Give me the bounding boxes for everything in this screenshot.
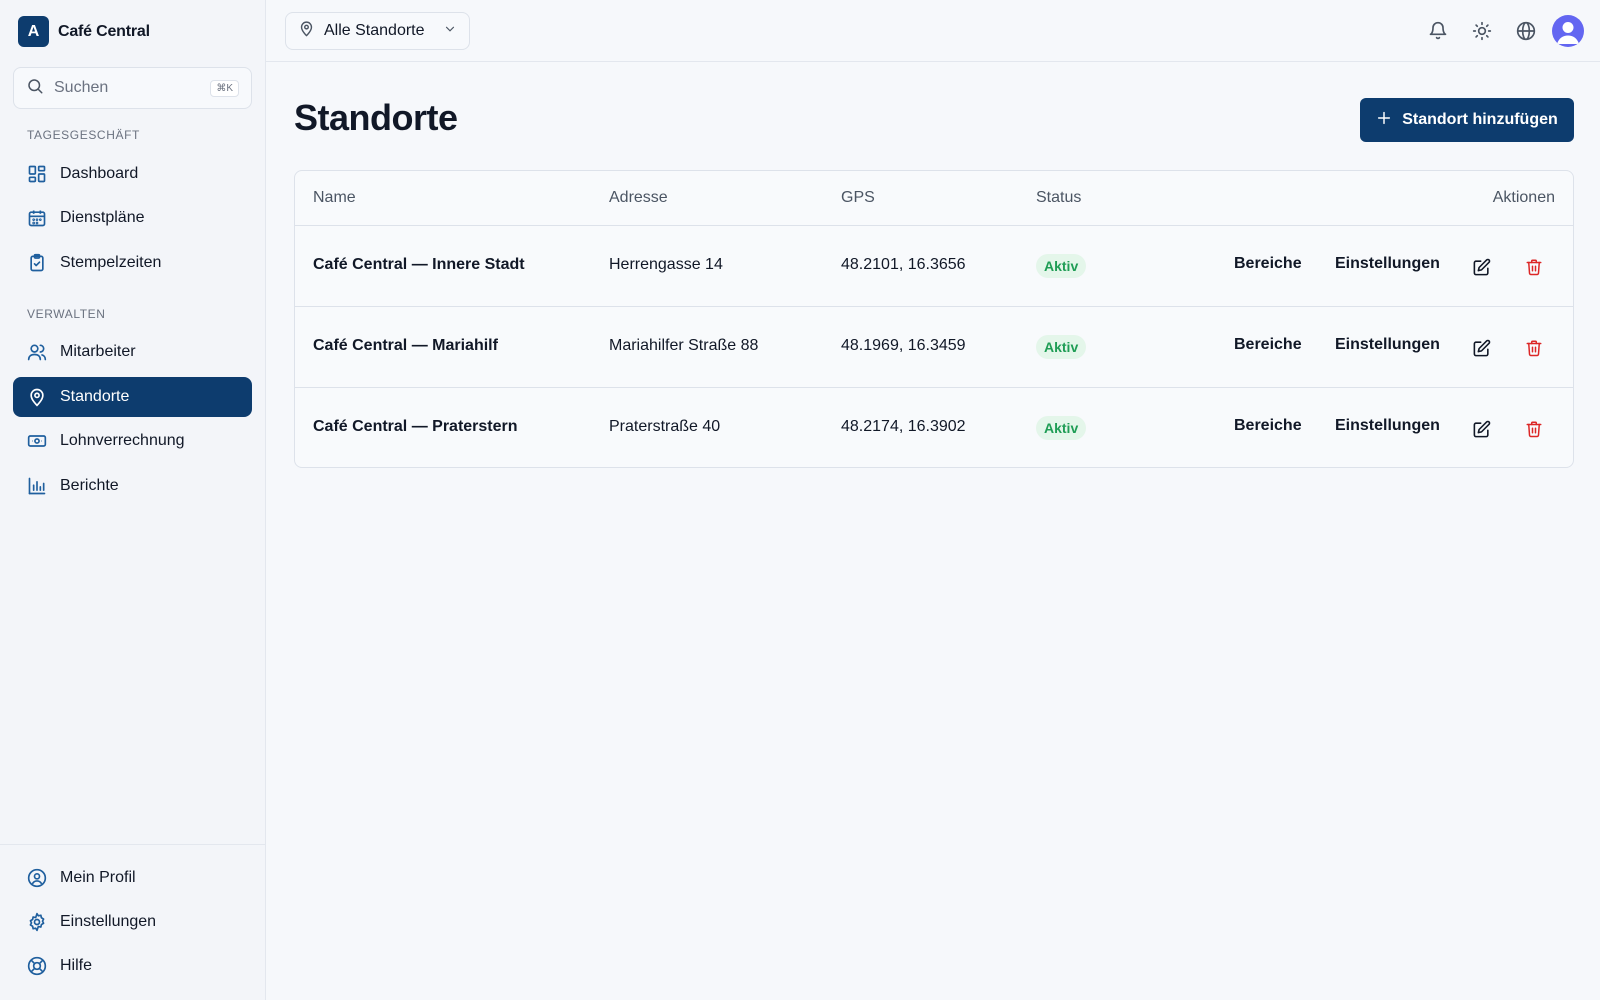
areas-button[interactable]: Bereiche [1234, 336, 1302, 354]
column-header-name: Name [313, 189, 356, 206]
gear-icon [26, 911, 48, 933]
section-label-daily: TAGESGESCHÄFT [27, 128, 140, 142]
map-pin-icon [298, 20, 315, 42]
dashboard-grid-icon [26, 163, 48, 185]
status-badge: Aktiv [1036, 416, 1087, 440]
sidebar-item-label: Dienstpläne [60, 209, 145, 226]
location-gps: 48.2101, 16.3656 [841, 256, 966, 273]
search-box[interactable]: Suchen ⌘K [13, 67, 252, 109]
sidebar-item-label: Berichte [60, 477, 119, 494]
sidebar-item-einstellungen[interactable]: Einstellungen [13, 902, 252, 942]
sidebar-item-label: Mein Profil [60, 869, 136, 886]
users-icon [26, 341, 48, 363]
sidebar: A Café Central Suchen ⌘K TAGESGESCHÄFT D… [0, 0, 266, 1000]
column-header-actions: Aktionen [1492, 189, 1555, 206]
sidebar-item-label: Mitarbeiter [60, 343, 136, 360]
lifebuoy-icon [26, 955, 48, 977]
trash-icon[interactable] [1523, 337, 1545, 359]
sidebar-item-label: Hilfe [60, 957, 93, 974]
location-name: Café Central — Innere Stadt [313, 256, 525, 273]
globe-icon[interactable] [1515, 20, 1537, 42]
sidebar-item-stempelzeiten[interactable]: Stempelzeiten [13, 243, 252, 283]
section-label-manage: VERWALTEN [27, 307, 106, 321]
table-row: Café Central — Mariahilf Mariahilfer Str… [295, 306, 1573, 387]
location-select[interactable]: Alle Standorte [285, 12, 470, 50]
brand[interactable]: A Café Central [18, 16, 150, 47]
brand-name: Café Central [58, 22, 150, 40]
settings-button[interactable]: Einstellungen [1335, 336, 1440, 354]
edit-icon[interactable] [1470, 256, 1492, 278]
column-header-gps: GPS [841, 189, 875, 206]
status-badge: Aktiv [1036, 254, 1087, 278]
sidebar-item-standorte[interactable]: Standorte [13, 377, 252, 417]
plus-icon [1376, 110, 1392, 131]
map-pin-icon [26, 386, 48, 408]
location-address: Herrengasse 14 [609, 256, 723, 273]
calendar-icon [26, 207, 48, 229]
settings-button[interactable]: Einstellungen [1335, 255, 1440, 273]
search-icon [26, 77, 44, 100]
trash-icon[interactable] [1523, 256, 1545, 278]
location-gps: 48.1969, 16.3459 [841, 337, 966, 354]
areas-button[interactable]: Bereiche [1234, 417, 1302, 435]
clipboard-check-icon [26, 252, 48, 274]
bell-icon[interactable] [1427, 20, 1449, 42]
search-shortcut-badge: ⌘K [210, 79, 239, 97]
banknote-icon [26, 430, 48, 452]
user-circle-icon [26, 867, 48, 889]
location-name: Café Central — Praterstern [313, 418, 518, 435]
sun-icon[interactable] [1471, 20, 1493, 42]
search-placeholder: Suchen [54, 79, 109, 96]
add-location-button[interactable]: Standort hinzufügen [1360, 98, 1574, 142]
sidebar-item-berichte[interactable]: Berichte [13, 466, 252, 506]
settings-button[interactable]: Einstellungen [1335, 417, 1440, 435]
sidebar-item-label: Stempelzeiten [60, 254, 162, 271]
bar-chart-icon [26, 475, 48, 497]
sidebar-item-label: Dashboard [60, 165, 139, 182]
locations-table: Name Adresse GPS Status Aktionen Café Ce… [294, 170, 1574, 468]
trash-icon[interactable] [1523, 418, 1545, 440]
sidebar-item-dienstplaene[interactable]: Dienstpläne [13, 198, 252, 238]
column-header-address: Adresse [609, 189, 668, 206]
location-gps: 48.2174, 16.3902 [841, 418, 966, 435]
location-select-value: Alle Standorte [324, 22, 425, 39]
sidebar-item-lohnverrechnung[interactable]: Lohnverrechnung [13, 421, 252, 461]
sidebar-item-label: Standorte [60, 388, 130, 405]
sidebar-item-label: Lohnverrechnung [60, 432, 185, 449]
location-address: Praterstraße 40 [609, 418, 721, 435]
chevron-down-icon [443, 22, 457, 41]
page-title: Standorte [294, 97, 458, 138]
edit-icon[interactable] [1470, 337, 1492, 359]
sidebar-item-mitarbeiter[interactable]: Mitarbeiter [13, 332, 252, 372]
areas-button[interactable]: Bereiche [1234, 255, 1302, 273]
sidebar-item-label: Einstellungen [60, 913, 157, 930]
table-row: Café Central — Praterstern Praterstraße … [295, 387, 1573, 467]
table-row: Café Central — Innere Stadt Herrengasse … [295, 225, 1573, 306]
sidebar-item-hilfe[interactable]: Hilfe [13, 946, 252, 986]
brand-logo: A [18, 16, 49, 47]
column-header-status: Status [1036, 189, 1082, 206]
sidebar-item-mein-profil[interactable]: Mein Profil [13, 858, 252, 898]
sidebar-item-dashboard[interactable]: Dashboard [13, 154, 252, 194]
avatar[interactable] [1552, 15, 1584, 47]
add-location-label: Standort hinzufügen [1402, 111, 1558, 128]
topbar: Alle Standorte [266, 0, 1600, 62]
status-badge: Aktiv [1036, 335, 1087, 359]
edit-icon[interactable] [1470, 418, 1492, 440]
location-address: Mariahilfer Straße 88 [609, 337, 759, 354]
location-name: Café Central — Mariahilf [313, 337, 498, 354]
